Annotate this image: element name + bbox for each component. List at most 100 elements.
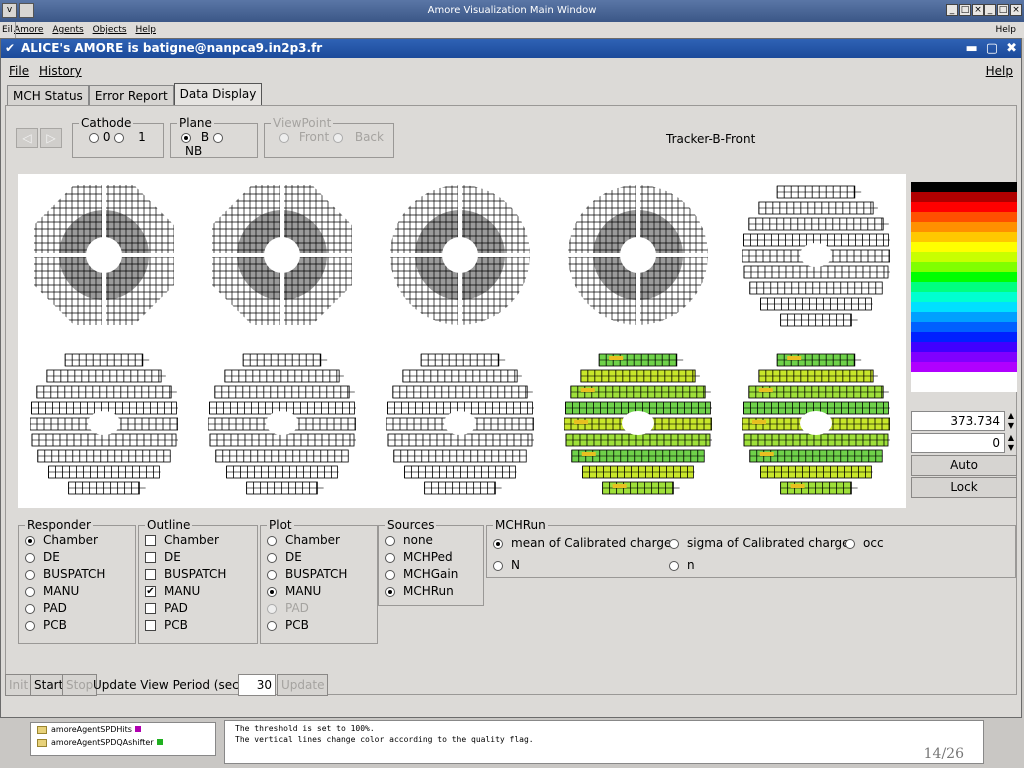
sources-none-radio[interactable] [385, 535, 395, 546]
plot-buspatch-radio[interactable] [267, 569, 277, 580]
minimize-icon[interactable]: _ [946, 4, 958, 16]
chevron-down-icon[interactable]: ✔ [5, 39, 15, 58]
mchrun-sigma-radio[interactable] [669, 538, 679, 549]
maximize-icon[interactable]: □ [959, 4, 971, 16]
outline-chamber-checkbox[interactable] [145, 535, 156, 546]
plot-pad-radio[interactable] [267, 603, 277, 614]
outline-option-de[interactable]: DE [145, 549, 251, 566]
sources-option-mchgain[interactable]: MCHGain [385, 566, 477, 583]
mchrun-option-n-lower[interactable]: n [669, 557, 695, 574]
responder-pad-radio[interactable] [25, 603, 35, 614]
plot-pcb-radio[interactable] [267, 620, 277, 631]
outline-option-chamber[interactable]: Chamber [145, 532, 251, 549]
plot-option-buspatch[interactable]: BUSPATCH [267, 566, 371, 583]
menu-history[interactable]: History [39, 61, 82, 81]
responder-option-de[interactable]: DE [25, 549, 129, 566]
responder-option-pcb[interactable]: PCB [25, 617, 129, 634]
plot-option-pcb[interactable]: PCB [267, 617, 371, 634]
outline-option-pad[interactable]: PAD [145, 600, 251, 617]
maximize-icon[interactable]: ▢ [986, 39, 998, 58]
scale-max-spinner-icon[interactable]: ▲ ▼ [1005, 411, 1017, 431]
bg-agent-tree[interactable]: amoreAgentSPDHits amoreAgentSPDQAshifter [30, 722, 216, 756]
sources-option-none[interactable]: none [385, 532, 477, 549]
outline-pcb-checkbox[interactable] [145, 620, 156, 631]
chamber-plot-8[interactable] [386, 348, 534, 498]
scale-max-input[interactable]: 373.734 [911, 411, 1005, 431]
bg-menu-amore[interactable]: Amore [14, 25, 43, 35]
mchrun-option-occ[interactable]: occ [845, 535, 884, 552]
close-icon[interactable]: ✖ [1006, 39, 1017, 58]
mchrun-mean-radio[interactable] [493, 538, 503, 549]
outline-option-manu[interactable]: ✔ MANU [145, 583, 251, 600]
chamber-plot-4[interactable] [564, 180, 712, 330]
menu-help[interactable]: Help [986, 61, 1013, 81]
outline-pad-checkbox[interactable] [145, 603, 156, 614]
init-button[interactable]: Init [5, 674, 33, 696]
plot-de-radio[interactable] [267, 552, 277, 563]
plot-chamber-radio[interactable] [267, 535, 277, 546]
bg-menu-help[interactable]: Help [135, 25, 156, 35]
plot-option-chamber[interactable]: Chamber [267, 532, 371, 549]
stop-button[interactable]: Stop [62, 674, 98, 696]
minimize-icon[interactable]: _ [984, 4, 996, 16]
scale-min-input[interactable]: 0 [911, 433, 1005, 453]
chamber-plot-7[interactable] [208, 348, 356, 498]
plot-manu-radio[interactable] [267, 586, 277, 597]
responder-option-pad[interactable]: PAD [25, 600, 129, 617]
bg-menu-objects[interactable]: Objects [93, 25, 127, 35]
bg-menu-file[interactable]: Eil [0, 22, 16, 38]
responder-option-buspatch[interactable]: BUSPATCH [25, 566, 129, 583]
chamber-plot-1[interactable] [30, 180, 178, 330]
minimize-icon[interactable]: ▬ [966, 39, 978, 58]
outline-manu-checkbox[interactable]: ✔ [145, 586, 156, 597]
sources-mchrun-radio[interactable] [385, 586, 395, 597]
tab-mch-status[interactable]: MCH Status [7, 85, 89, 106]
viewpoint-back-radio[interactable] [333, 132, 344, 143]
mchrun-option-mean[interactable]: mean of Calibrated charge [493, 535, 671, 552]
chamber-plot-5[interactable] [742, 180, 890, 330]
chamber-plot-9[interactable] [564, 348, 712, 498]
cathode-1-radio[interactable] [114, 132, 125, 143]
window-menu-icon[interactable] [19, 3, 34, 18]
mchrun-n-upper-radio[interactable] [493, 560, 503, 571]
outline-option-pcb[interactable]: PCB [145, 617, 251, 634]
chamber-plot-2[interactable] [208, 180, 356, 330]
close-icon[interactable]: × [1010, 4, 1022, 16]
responder-option-manu[interactable]: MANU [25, 583, 129, 600]
auto-button[interactable]: Auto [911, 455, 1017, 476]
sources-option-mchrun[interactable]: MCHRun [385, 583, 477, 600]
chamber-plot-6[interactable] [30, 348, 178, 498]
chamber-plot-3[interactable] [386, 180, 534, 330]
tree-item[interactable]: amoreAgentSPDQAshifter [31, 736, 215, 749]
tab-error-report[interactable]: Error Report [88, 85, 174, 106]
sources-mchped-radio[interactable] [385, 552, 395, 563]
cathode-0-radio[interactable] [89, 132, 99, 143]
outline-option-buspatch[interactable]: BUSPATCH [145, 566, 251, 583]
plane-nb-radio[interactable] [212, 132, 223, 143]
plane-b-radio[interactable] [181, 132, 191, 143]
menu-file[interactable]: File [9, 61, 29, 81]
plot-option-pad[interactable]: PAD [267, 600, 371, 617]
viewpoint-front-radio[interactable] [279, 132, 289, 143]
bg-menu-agents[interactable]: Agents [52, 25, 83, 35]
responder-de-radio[interactable] [25, 552, 35, 563]
sources-mchgain-radio[interactable] [385, 569, 395, 580]
tab-data-display[interactable]: Data Display [173, 83, 263, 106]
update-period-input[interactable]: 30 [238, 674, 276, 696]
responder-option-chamber[interactable]: Chamber [25, 532, 129, 549]
restore-icon[interactable]: □ [997, 4, 1009, 16]
update-button[interactable]: Update [277, 674, 329, 696]
outline-de-checkbox[interactable] [145, 552, 156, 563]
mchrun-occ-radio[interactable] [845, 538, 855, 549]
chamber-plot-10[interactable] [742, 348, 890, 498]
mchrun-option-sigma[interactable]: sigma of Calibrated charge [669, 535, 850, 552]
detector-display-canvas[interactable] [18, 174, 906, 508]
outline-buspatch-checkbox[interactable] [145, 569, 156, 580]
plot-option-de[interactable]: DE [267, 549, 371, 566]
mchrun-option-n-upper[interactable]: N [493, 557, 520, 574]
chevron-down-icon[interactable]: v [2, 3, 17, 18]
sources-option-mchped[interactable]: MCHPed [385, 549, 477, 566]
close-icon[interactable]: × [972, 4, 984, 16]
bg-menu-help-right[interactable]: Help [995, 22, 1016, 38]
responder-chamber-radio[interactable] [25, 535, 35, 546]
